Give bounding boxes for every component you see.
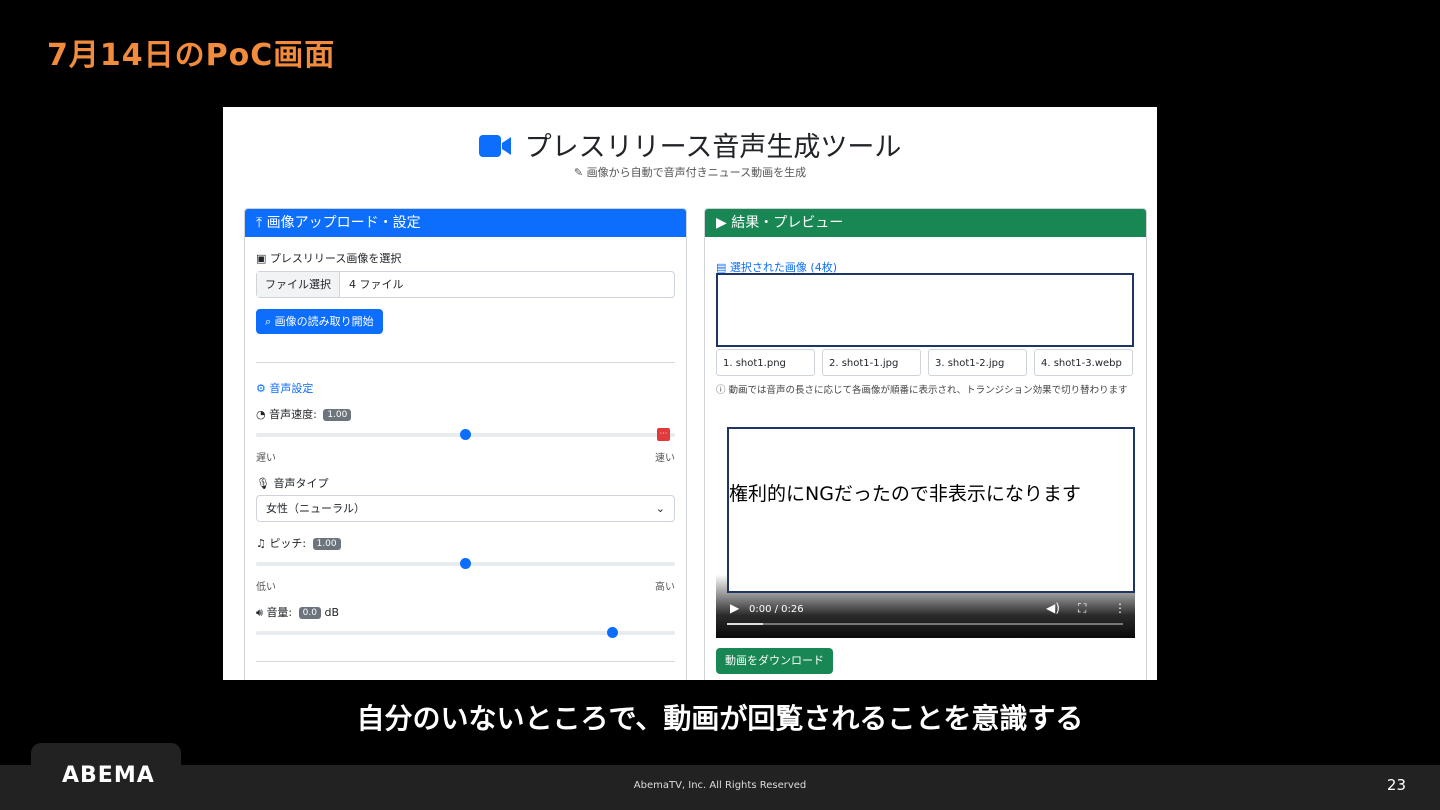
pitch-value-badge: 1.00 <box>312 538 341 550</box>
speed-slider[interactable] <box>256 429 675 440</box>
voice-type-label-row: 🎙︎ 音声タイプ <box>256 475 328 491</box>
video-progress-bar[interactable] <box>727 623 1123 625</box>
search-icon: ⌕ <box>265 315 272 328</box>
slide-title: 7月14日のPoC画面 <box>47 38 336 73</box>
upload-settings-card: ⤒ 画像アップロード・設定 ▣ プレスリリース画像を選択 ファイル選択 4 ファ… <box>244 208 687 680</box>
volume-value-badge: 0.0 <box>298 607 321 619</box>
app-screenshot: プレスリリース音声生成ツール ✎ 画像から自動で音声付きニュース動画を生成 ⤒ … <box>223 107 1157 680</box>
file-input[interactable]: ファイル選択 4 ファイル <box>256 271 675 298</box>
volume-label: 音量: <box>266 606 293 619</box>
copyright: AbemaTV, Inc. All Rights Reserved <box>633 780 807 791</box>
speed-label: 音声速度: <box>269 408 317 421</box>
upload-icon: ⤒ <box>256 215 263 231</box>
video-camera-icon <box>478 133 511 164</box>
volume-icon[interactable]: ◀) <box>1046 601 1060 615</box>
redacted-image-area <box>716 273 1134 347</box>
more-options-icon[interactable]: ⋮ <box>1114 601 1126 615</box>
slide-caption: 自分のいないところで、動画が回覧されることを意識する <box>356 702 1084 735</box>
app-subtitle-row: ✎ 画像から自動で音声付きニュース動画を生成 <box>223 164 1157 180</box>
speed-value-badge: 1.00 <box>323 409 352 421</box>
app-title-row: プレスリリース音声生成ツール <box>223 125 1157 164</box>
volume-unit: dB <box>324 606 340 619</box>
redacted-video-area: 権利的にNGだったので非表示になります <box>727 427 1135 593</box>
volume-slider[interactable] <box>256 627 675 638</box>
pitch-label: ピッチ: <box>269 537 307 550</box>
logo-tab: ABEMA <box>31 743 181 810</box>
speed-slider-thumb[interactable] <box>460 429 471 440</box>
extension-icon[interactable]: ··· <box>657 428 670 441</box>
video-progress-fill <box>727 623 763 625</box>
speed-min-label: 遅い <box>256 453 276 464</box>
image-select-label: プレスリリース画像を選択 <box>269 252 402 265</box>
pitch-slider[interactable] <box>256 558 675 569</box>
speaker-icon: 🔊︎ <box>256 606 263 619</box>
voice-type-selected: 女性（ニューラル） <box>266 502 365 515</box>
speed-max-label: 速い <box>655 453 675 464</box>
info-note: ⓘ 動画では音声の長さに応じて各画像が順番に表示され、トランジション効果で切り替… <box>716 384 1136 397</box>
pitch-min-label: 低い <box>256 582 276 593</box>
download-video-button[interactable]: 動画をダウンロード <box>716 648 833 674</box>
image-icon: ▣ <box>256 252 267 265</box>
result-preview-card: ▶ 結果・プレビュー ▤ 選択された画像 (4枚) 1. shot1.png 2… <box>704 208 1147 680</box>
voice-settings-label: 音声設定 <box>269 382 314 395</box>
file-input-value: 4 ファイル <box>349 278 404 291</box>
start-reading-label: 画像の読み取り開始 <box>274 315 374 328</box>
pitch-max-label: 高い <box>655 582 675 593</box>
fullscreen-icon[interactable]: ⛶ <box>1078 601 1086 616</box>
app-title: プレスリリース音声生成ツール <box>524 132 902 163</box>
result-card-title: 結果・プレビュー <box>731 215 844 231</box>
pencil-icon: ✎ <box>573 166 584 179</box>
info-icon: ⓘ <box>716 385 726 396</box>
app-subtitle: 画像から自動で音声付きニュース動画を生成 <box>586 166 807 179</box>
volume-slider-thumb[interactable] <box>606 627 618 638</box>
pitch-label-row: ♫ ピッチ: 1.00 <box>256 535 341 551</box>
gear-icon: ⚙ <box>256 382 266 395</box>
file-name-card: 3. shot1-2.jpg <box>928 349 1027 376</box>
voice-settings-heading: ⚙ 音声設定 <box>256 380 313 396</box>
voice-type-select[interactable]: 女性（ニューラル） ⌄ <box>256 495 675 522</box>
speedometer-icon: ◔ <box>256 408 266 421</box>
speed-label-row: ◔ 音声速度: 1.00 <box>256 406 352 422</box>
music-note-icon: ♫ <box>256 537 266 550</box>
volume-label-row: 🔊︎ 音量: 0.0 dB <box>256 604 339 620</box>
play-circle-icon: ▶ <box>716 215 727 231</box>
upload-card-title: 画像アップロード・設定 <box>266 215 421 231</box>
divider <box>256 661 675 662</box>
divider <box>256 362 675 363</box>
file-name-card: 2. shot1-1.jpg <box>822 349 921 376</box>
upload-card-header: ⤒ 画像アップロード・設定 <box>245 209 686 237</box>
file-name-card: 1. shot1.png <box>716 349 815 376</box>
pitch-slider-thumb[interactable] <box>460 558 471 569</box>
microphone-icon: 🎙︎ <box>256 477 270 490</box>
page-number: 23 <box>1386 776 1406 794</box>
redacted-notice: 権利的にNGだったので非表示になります <box>729 483 1081 505</box>
video-time: 0:00 / 0:26 <box>749 604 804 615</box>
image-select-label-row: ▣ プレスリリース画像を選択 <box>256 250 401 266</box>
file-name-card: 4. shot1-3.webp <box>1034 349 1133 376</box>
result-card-header: ▶ 結果・プレビュー <box>705 209 1146 237</box>
play-icon[interactable]: ▶ <box>730 601 739 615</box>
start-reading-button[interactable]: ⌕ 画像の読み取り開始 <box>256 309 383 334</box>
video-player[interactable]: ▶ 0:00 / 0:26 ◀) ⛶ ⋮ 権利的にNGだったので非表示になります <box>716 427 1135 638</box>
voice-type-label: 音声タイプ <box>273 477 329 490</box>
chevron-down-icon: ⌄ <box>655 502 665 515</box>
info-note-text: 動画では音声の長さに応じて各画像が順番に表示され、トランジション効果で切り替わり… <box>728 385 1128 396</box>
file-select-button[interactable]: ファイル選択 <box>257 272 340 297</box>
